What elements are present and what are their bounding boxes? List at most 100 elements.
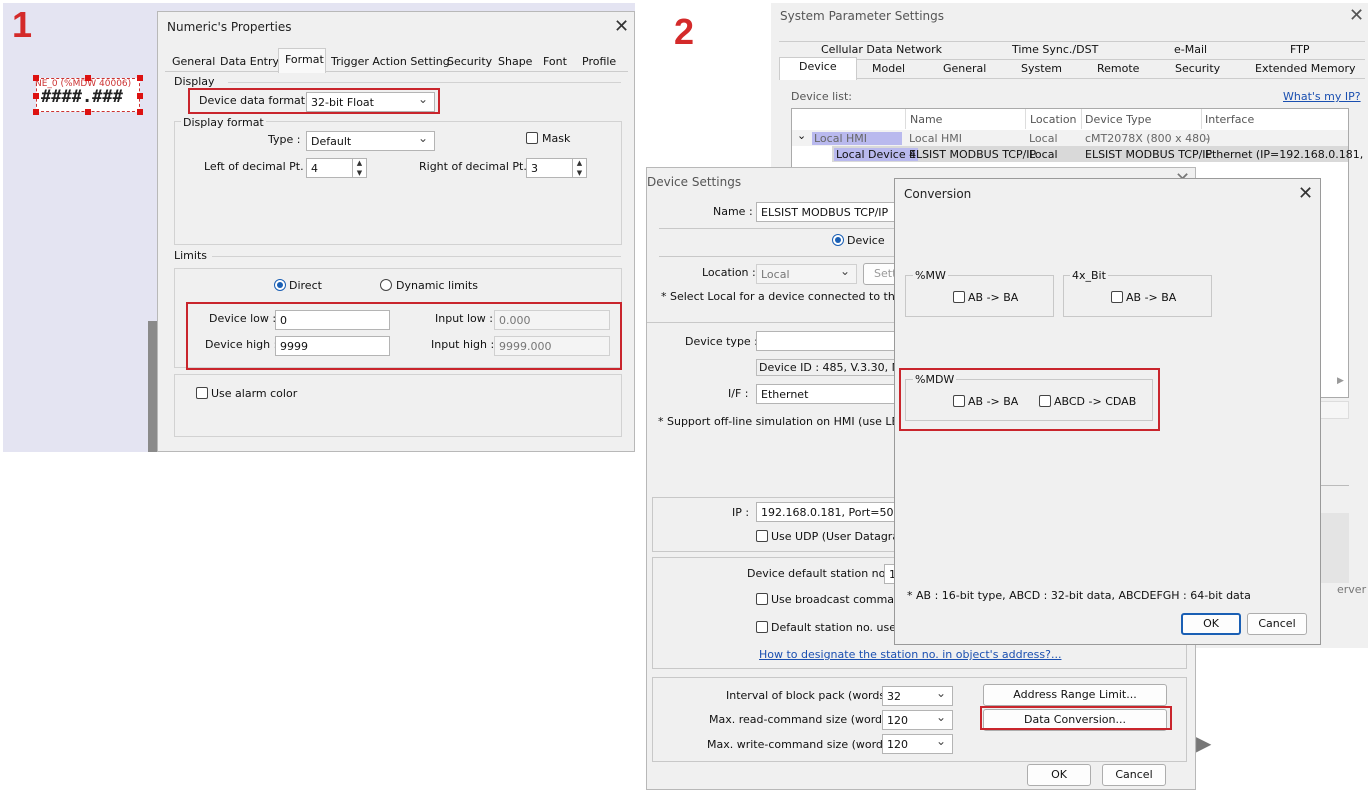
resize-handle[interactable]: [137, 109, 143, 115]
chevron-down-icon[interactable]: ⌄: [797, 129, 806, 142]
tab-ftp[interactable]: FTP: [1290, 43, 1310, 56]
device-radio[interactable]: [832, 234, 844, 246]
numeric-properties-dialog: Numeric's Properties ✕ General Data Entr…: [157, 11, 635, 452]
bit-ab-label: AB -> BA: [1126, 291, 1177, 304]
tab-data-entry[interactable]: Data Entry: [220, 55, 279, 68]
row2-iface: Ethernet (IP=192.168.0.181,: [1205, 148, 1364, 161]
tab-font[interactable]: Font: [543, 55, 567, 68]
device-settings-title: Device Settings: [647, 175, 742, 189]
left-decimal-spinner[interactable]: ▲ ▼: [352, 158, 366, 178]
write-size-select[interactable]: 120: [882, 734, 953, 754]
tab-remote[interactable]: Remote: [1097, 62, 1139, 75]
dialog-title: Numeric's Properties: [167, 20, 292, 34]
ok-button[interactable]: OK: [1027, 764, 1091, 786]
resize-handle[interactable]: [137, 93, 143, 99]
tab-trigger-action[interactable]: Trigger Action Setting: [331, 55, 450, 68]
tab-cellular[interactable]: Cellular Data Network: [821, 43, 942, 56]
resize-handle[interactable]: [85, 75, 91, 81]
row2-tree: Local Device 4: [834, 148, 919, 161]
conversion-cancel-button[interactable]: Cancel: [1247, 613, 1307, 635]
side-arrow-icon: ▶: [1196, 731, 1212, 755]
resize-handle[interactable]: [33, 75, 39, 81]
tab-system[interactable]: System: [1021, 62, 1062, 75]
tab-security[interactable]: Security: [447, 55, 492, 68]
tab-profile[interactable]: Profile: [582, 55, 616, 68]
close-icon[interactable]: ✕: [614, 18, 629, 36]
default-station-checkbox[interactable]: [756, 621, 768, 633]
resize-handle[interactable]: [33, 109, 39, 115]
alarm-color-checkbox[interactable]: [196, 387, 208, 399]
system-parameter-title: System Parameter Settings: [780, 9, 945, 23]
read-size-label: Max. read-command size (words) :: [709, 713, 900, 726]
conversion-dialog: Conversion ✕ %MW AB -> BA 4x_Bit AB -> B…: [894, 178, 1321, 645]
type-select[interactable]: Default: [306, 131, 435, 151]
panel-number-1: 1: [12, 4, 33, 45]
address-range-button[interactable]: Address Range Limit...: [983, 684, 1167, 706]
resize-handle[interactable]: [85, 109, 91, 115]
row1-iface: -: [1205, 132, 1209, 145]
col-name: Name: [910, 113, 943, 126]
device-type-label: Device type :: [685, 335, 758, 348]
read-size-select[interactable]: 120: [882, 710, 953, 730]
tab-general[interactable]: General: [172, 55, 215, 68]
direct-radio[interactable]: [274, 279, 286, 291]
offline-note: * Support off-line simulation on HMI (us…: [658, 415, 932, 428]
conversion-ok-button[interactable]: OK: [1181, 613, 1241, 635]
mask-checkbox[interactable]: [526, 132, 538, 144]
alarm-group: [174, 374, 622, 437]
alarm-color-label: Use alarm color: [211, 387, 298, 400]
highlight-device-limits: [186, 302, 622, 370]
tab-model[interactable]: Model: [872, 62, 905, 75]
tab-format[interactable]: Format: [285, 53, 324, 66]
dynamic-limits-radio[interactable]: [380, 279, 392, 291]
udp-label: Use UDP (User Datagram: [771, 530, 910, 543]
whats-my-ip-link[interactable]: What's my IP?: [1283, 90, 1361, 103]
device-radio-label: Device: [847, 234, 885, 247]
udp-checkbox[interactable]: [756, 530, 768, 542]
right-decimal-spinner[interactable]: ▲ ▼: [572, 158, 586, 178]
bit-ab-checkbox[interactable]: [1111, 291, 1123, 303]
tab-extended-memory[interactable]: Extended Memory: [1255, 62, 1355, 75]
close-icon[interactable]: ✕: [1349, 7, 1364, 25]
row1-tree: Local HMI: [812, 132, 902, 145]
cancel-button[interactable]: Cancel: [1102, 764, 1166, 786]
close-icon[interactable]: ✕: [1298, 185, 1313, 203]
col-divider: [1201, 109, 1202, 129]
tab-time-sync[interactable]: Time Sync./DST: [1012, 43, 1098, 56]
bit-group-label: 4x_Bit: [1070, 269, 1108, 282]
col-divider: [1025, 109, 1026, 129]
numeric-object[interactable]: NE_0 (%MDW 40006) ####.###: [33, 75, 143, 115]
tab-general[interactable]: General: [943, 62, 986, 75]
tab-device[interactable]: Device: [799, 60, 837, 73]
row2-name: ELSIST MODBUS TCP/IP: [909, 148, 1037, 161]
highlight-device-data-format: [188, 88, 440, 114]
row1-name: Local HMI: [909, 132, 963, 145]
write-size-label: Max. write-command size (words) :: [707, 738, 901, 751]
conversion-note: * AB : 16-bit type, ABCD : 32-bit data, …: [907, 589, 1251, 602]
tab-shape[interactable]: Shape: [498, 55, 532, 68]
location-label: Location :: [702, 266, 756, 279]
mw-ab-label: AB -> BA: [968, 291, 1019, 304]
ip-label: IP :: [732, 506, 750, 519]
block-pack-select[interactable]: 32: [882, 686, 953, 706]
mw-ab-checkbox[interactable]: [953, 291, 965, 303]
direct-label: Direct: [289, 279, 322, 292]
local-note: * Select Local for a device connected to…: [661, 290, 932, 303]
resize-handle[interactable]: [33, 93, 39, 99]
scroll-right-icon[interactable]: ▶: [1337, 376, 1344, 386]
highlight-mdw-group: [899, 368, 1160, 431]
broadcast-checkbox[interactable]: [756, 593, 768, 605]
col-divider: [1081, 109, 1082, 129]
display-separator: [228, 82, 621, 83]
block-pack-label: Interval of block pack (words) :: [726, 689, 897, 702]
display-group-label: Display: [174, 75, 215, 88]
device-list-label: Device list:: [791, 90, 852, 103]
tab-email[interactable]: e-Mail: [1174, 43, 1207, 56]
howto-link[interactable]: How to designate the station no. in obje…: [759, 648, 1061, 661]
limits-group-label: Limits: [174, 249, 207, 262]
server-text: erver: [1337, 583, 1367, 596]
tab-security[interactable]: Security: [1175, 62, 1220, 75]
panel-number-2: 2: [674, 11, 695, 52]
resize-handle[interactable]: [137, 75, 143, 81]
conversion-title: Conversion: [904, 187, 972, 201]
